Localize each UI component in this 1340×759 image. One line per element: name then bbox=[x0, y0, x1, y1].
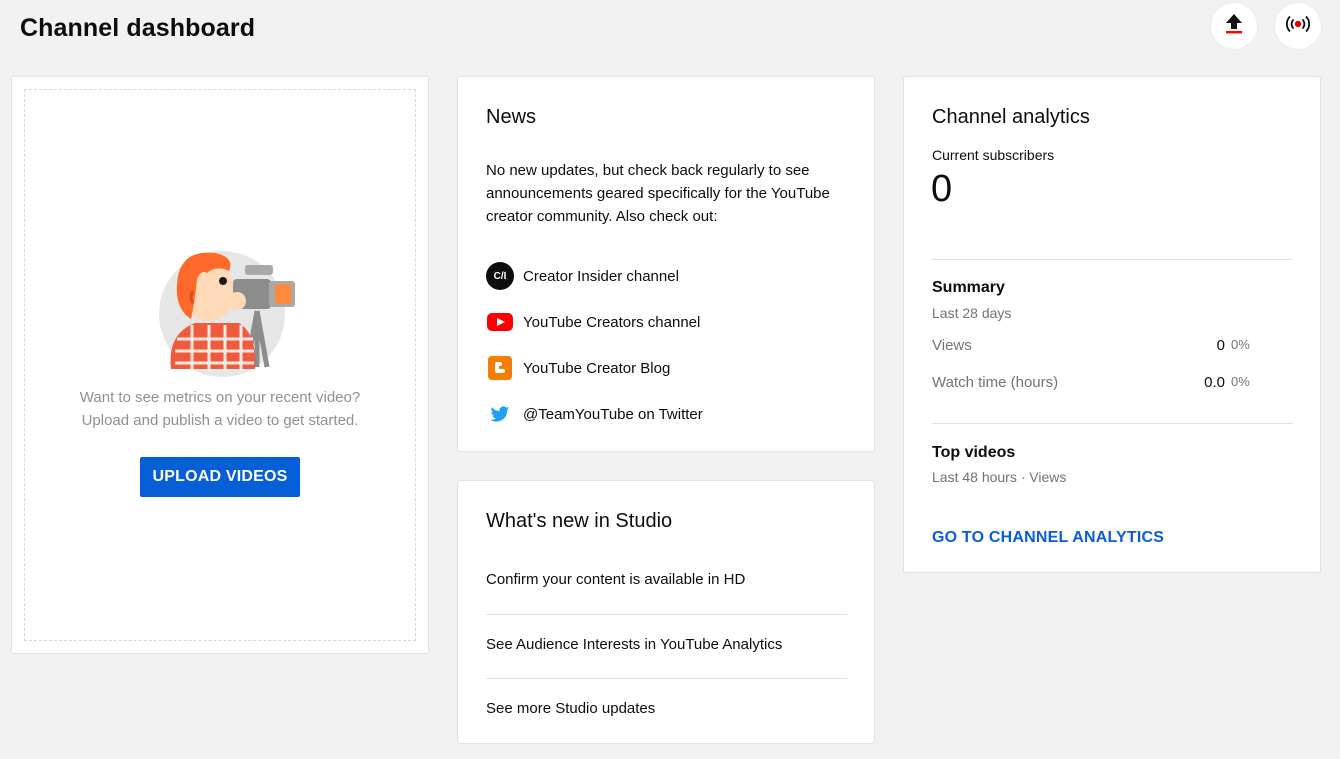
go-to-channel-analytics-link[interactable]: GO TO CHANNEL ANALYTICS bbox=[932, 529, 1164, 547]
upload-video-card: Want to see metrics on your recent video… bbox=[11, 76, 429, 654]
blogger-icon bbox=[486, 354, 514, 382]
youtube-icon bbox=[486, 308, 514, 336]
whats-new-card: What's new in Studio Confirm your conten… bbox=[457, 480, 875, 744]
go-live-icon bbox=[1284, 14, 1312, 39]
youtube-creators-link[interactable]: YouTube Creators channel bbox=[486, 307, 700, 337]
divider bbox=[932, 259, 1293, 260]
whats-new-title: What's new in Studio bbox=[486, 510, 673, 532]
divider bbox=[486, 614, 847, 615]
empty-state-line2: Upload and publish a video to get starte… bbox=[81, 412, 359, 429]
whats-new-item[interactable]: Confirm your content is available in HD bbox=[486, 571, 847, 588]
camera-operator-illustration bbox=[157, 239, 307, 379]
summary-period: Last 28 days bbox=[932, 305, 1012, 321]
upload-videos-button[interactable]: UPLOAD VIDEOS bbox=[140, 457, 300, 497]
upload-icon bbox=[1223, 12, 1245, 41]
link-label: Creator Insider channel bbox=[523, 267, 679, 285]
views-change: 0% bbox=[1231, 337, 1250, 352]
news-card: News No new updates, but check back regu… bbox=[457, 76, 875, 452]
link-label: @TeamYouTube on Twitter bbox=[523, 405, 703, 423]
subscribers-count: 0 bbox=[931, 168, 953, 210]
analytics-title: Channel analytics bbox=[932, 106, 1090, 128]
top-videos-period: Last 48 hours · Views bbox=[932, 469, 1067, 485]
link-label: YouTube Creators channel bbox=[523, 313, 701, 331]
creator-blog-link[interactable]: YouTube Creator Blog bbox=[486, 353, 670, 383]
watch-time-value: 0.0 bbox=[1204, 374, 1225, 391]
views-value: 0 bbox=[1216, 337, 1225, 354]
divider bbox=[932, 423, 1293, 424]
page-title: Channel dashboard bbox=[20, 14, 256, 42]
news-title: News bbox=[486, 106, 537, 128]
channel-analytics-card: Channel analytics Current subscribers 0 … bbox=[903, 76, 1321, 573]
whats-new-item[interactable]: See more Studio updates bbox=[486, 700, 847, 717]
link-label: YouTube Creator Blog bbox=[523, 359, 671, 377]
watch-time-label: Watch time (hours) bbox=[932, 374, 1059, 391]
whats-new-item[interactable]: See Audience Interests in YouTube Analyt… bbox=[486, 636, 847, 653]
creator-insider-icon: C/I bbox=[486, 262, 514, 290]
watch-time-change: 0% bbox=[1231, 374, 1250, 389]
empty-state-text: Want to see metrics on your recent video… bbox=[12, 386, 428, 432]
empty-state-line1: Want to see metrics on your recent video… bbox=[79, 389, 361, 406]
twitter-icon bbox=[486, 400, 514, 428]
go-live-button[interactable] bbox=[1275, 3, 1321, 49]
summary-title: Summary bbox=[932, 279, 1005, 296]
upload-button[interactable] bbox=[1211, 3, 1257, 49]
divider bbox=[486, 678, 847, 679]
twitter-link[interactable]: @TeamYouTube on Twitter bbox=[486, 399, 703, 429]
news-body: No new updates, but check back regularly… bbox=[486, 162, 830, 225]
views-label: Views bbox=[932, 337, 972, 354]
creator-insider-link[interactable]: C/I Creator Insider channel bbox=[486, 261, 679, 291]
subscribers-label: Current subscribers bbox=[932, 147, 1055, 163]
top-videos-title: Top videos bbox=[932, 444, 1016, 461]
